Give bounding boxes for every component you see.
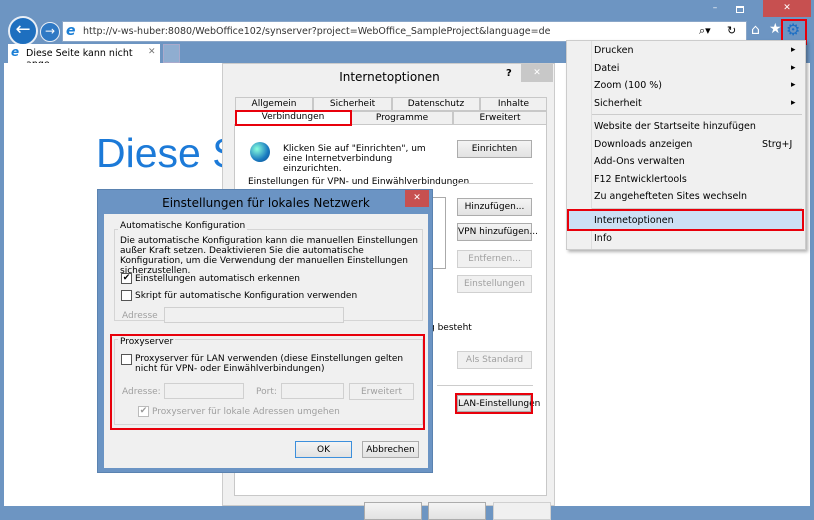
set-default-button[interactable]: Als Standard [457,351,532,369]
add-button[interactable]: Hinzufügen... [457,198,532,216]
separator [592,114,802,115]
settings-button[interactable]: Einstellungen [457,275,532,293]
bottom-button[interactable] [493,502,551,520]
new-tab-button[interactable] [163,44,180,63]
menu-item-pinned-sites[interactable]: Zu angehefteten Sites wechseln [594,191,747,202]
divider [455,183,533,184]
proxy-address-input[interactable] [164,383,244,399]
proxy-group-label: Proxyserver [118,337,175,347]
browser-tab[interactable]: e Diese Seite kann nicht ange... ✕ [8,44,160,63]
divider [437,385,533,386]
lan-button-highlight [455,393,533,414]
port-label: Port: [256,387,277,397]
cancel-button[interactable]: Abbrechen [362,441,419,458]
submenu-arrow-icon: ▸ [791,45,796,55]
tab-sicherheit[interactable]: Sicherheit [313,97,392,111]
downloads-shortcut: Strg+J [762,139,792,150]
bottom-button[interactable] [364,502,422,520]
ie-icon: e [66,23,76,39]
port-input[interactable] [281,383,344,399]
partial-text: g besteht [429,323,472,333]
auto-detect-checkbox[interactable]: ✔ [121,273,132,284]
add-vpn-button[interactable]: VPN hinzufügen... [457,223,532,241]
auto-config-description: Die automatische Konfiguration kann die … [120,236,420,276]
tab-erweitert[interactable]: Erweitert [453,111,547,125]
setup-button[interactable]: Einrichten [457,140,532,158]
menu-item-internetoptionen[interactable]: Internetoptionen [594,215,674,226]
tab-inhalte[interactable]: Inhalte [480,97,547,111]
proxy-address-label: Adresse: [122,387,161,397]
bypass-local-checkbox[interactable]: ✔ [138,406,149,417]
refresh-icon[interactable]: ↻ [727,24,736,37]
menu-item-devtools[interactable]: F12 Entwicklertools [594,174,687,185]
favorites-star-icon[interactable]: ★ [769,21,782,37]
bottom-button[interactable] [428,502,486,520]
menu-item-addons[interactable]: Add-Ons verwalten [594,156,685,167]
forward-button[interactable]: → [40,22,60,42]
tab-allgemein[interactable]: Allgemein [235,97,313,111]
lan-dialog-body: Automatische Konfiguration Die automatis… [104,214,428,468]
globe-icon [250,142,270,162]
bypass-local-label: Proxyserver für lokale Adressen umgehen [152,407,340,417]
script-address-label: Adresse [122,311,158,321]
auto-script-checkbox[interactable] [121,290,132,301]
submenu-arrow-icon: ▸ [791,98,796,108]
auto-detect-label: Einstellungen automatisch erkennen [135,274,300,284]
vpn-heading: Einstellungen für VPN- und Einwählverbin… [248,177,469,187]
tab-close-icon[interactable]: ✕ [148,47,156,57]
lan-settings-dialog: Einstellungen für lokales Netzwerk ✕ Aut… [97,189,433,473]
menu-item-info[interactable]: Info [594,233,612,244]
url-text: http://v-ws-huber:8080/WebOffice102/syns… [83,26,550,37]
menu-item-drucken[interactable]: Drucken [594,45,634,56]
back-button[interactable]: ← [8,16,38,46]
submenu-arrow-icon: ▸ [791,63,796,73]
ie-tab-icon: e [11,45,19,59]
search-icon[interactable]: ⌕▾ [699,24,711,38]
lan-close-button[interactable]: ✕ [405,190,429,207]
tab-datenschutz[interactable]: Datenschutz [392,97,480,111]
auto-script-label: Skript für automatische Konfiguration ve… [135,291,357,301]
menu-item-downloads[interactable]: Downloads anzeigen [594,139,692,150]
window-close-button[interactable]: ✕ [763,0,811,17]
menu-item-add-start-site[interactable]: Website der Startseite hinzufügen [594,121,756,132]
address-bar[interactable]: e http://v-ws-huber:8080/WebOffice102/sy… [62,21,747,42]
dialog-close-button[interactable]: ✕ [521,64,553,82]
tab-programme[interactable]: Programme [351,111,453,125]
lan-dialog-title: Einstellungen für lokales Netzwerk [98,196,434,210]
proxy-use-checkbox[interactable] [121,354,132,365]
maximize-button[interactable] [730,3,750,17]
menu-item-sicherheit[interactable]: Sicherheit [594,98,642,109]
ok-button[interactable]: OK [295,441,352,458]
script-address-input[interactable] [164,307,344,323]
submenu-arrow-icon: ▸ [791,80,796,90]
remove-button[interactable]: Entfernen... [457,250,532,268]
menu-item-datei[interactable]: Datei [594,63,619,74]
minimize-button[interactable]: – [705,3,725,17]
menu-item-zoom[interactable]: Zoom (100 %) [594,80,662,91]
help-button[interactable]: ? [506,68,512,79]
setup-text: Klicken Sie auf "Einrichten", um eine In… [283,144,433,174]
proxy-use-label: Proxyserver für LAN verwenden (diese Ein… [135,354,415,374]
auto-config-label: Automatische Konfiguration [118,221,247,231]
verbindungen-highlight [235,110,352,126]
advanced-button[interactable]: Erweitert [349,383,414,400]
home-icon[interactable]: ⌂ [751,22,760,38]
